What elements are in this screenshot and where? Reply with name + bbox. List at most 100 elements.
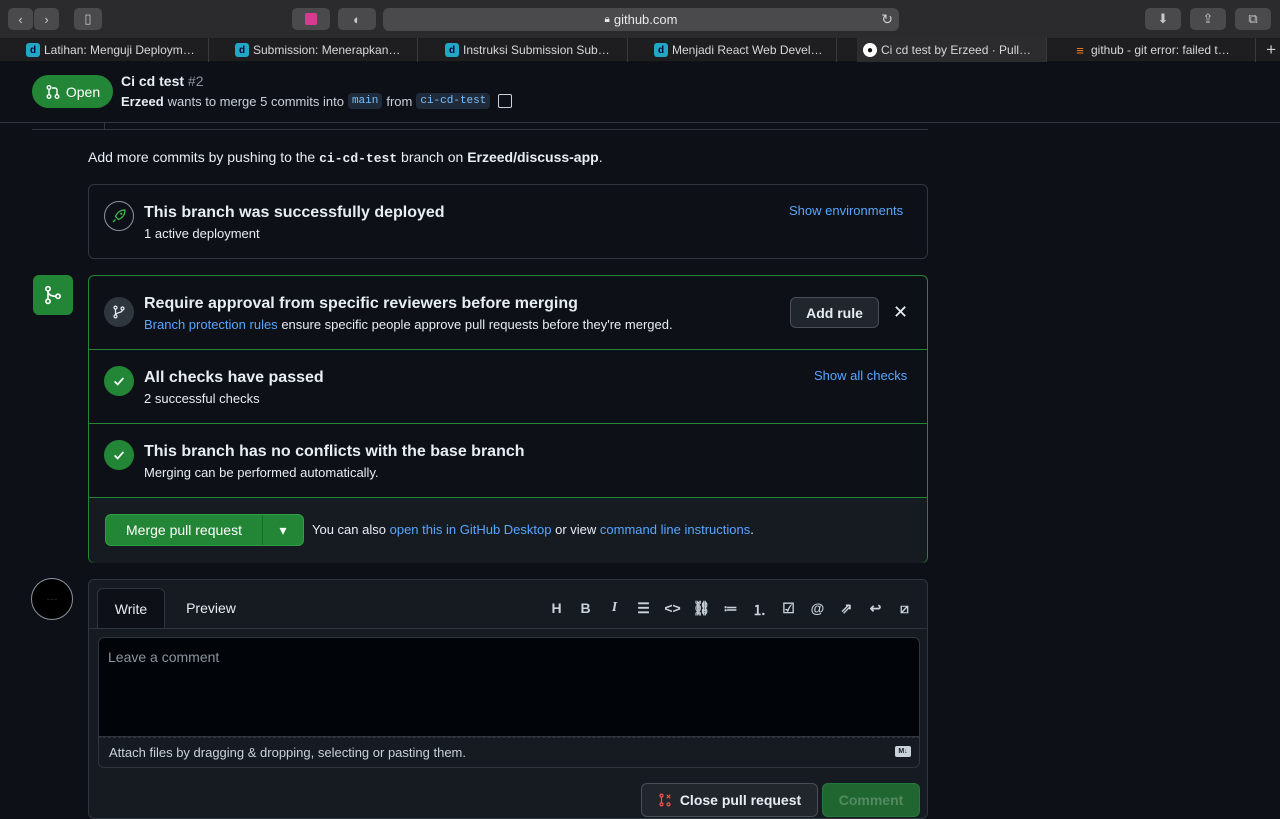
deploy-title: This branch was successfully deployed bbox=[144, 204, 445, 221]
merge-box: Require approval from specific reviewers… bbox=[88, 275, 928, 563]
rocket-icon bbox=[104, 201, 134, 231]
git-merge-icon bbox=[33, 275, 73, 315]
add-rule-button[interactable]: Add rule bbox=[790, 297, 879, 328]
also-prefix: You can also bbox=[312, 522, 386, 537]
merge-alternatives: You can also open this in GitHub Desktop… bbox=[312, 522, 754, 537]
ordered-list-icon[interactable]: ⒈ bbox=[745, 600, 774, 620]
merge-button-group: Merge pull request ▾ bbox=[105, 514, 304, 546]
hint-branch: ci-cd-test bbox=[319, 151, 398, 166]
merge-footer: Merge pull request ▾ You can also open t… bbox=[89, 498, 927, 563]
italic-icon[interactable]: I bbox=[600, 600, 629, 620]
comment-button[interactable]: Comment bbox=[822, 783, 920, 817]
tabs-divider bbox=[89, 628, 927, 629]
push-hint: Add more commits by pushing to the ci-cd… bbox=[88, 149, 603, 166]
tabs-overview-icon[interactable]: ⧉ bbox=[1235, 8, 1271, 30]
pr-number: #2 bbox=[187, 73, 204, 89]
avatar[interactable]: ········ bbox=[31, 578, 73, 620]
unordered-list-icon[interactable]: ≔ bbox=[716, 600, 745, 620]
tab-write[interactable]: Write bbox=[97, 588, 165, 628]
tab-label: Latihan: Menguji Deploym… bbox=[44, 43, 195, 57]
markdown-toolbar: H B I ☰ <> ⛓ ≔ ⒈ ☑ @ ⇗ ↩ ⧄ bbox=[542, 600, 919, 620]
tab-label: github - git error: failed t… bbox=[1091, 43, 1230, 57]
bold-icon[interactable]: B bbox=[571, 600, 600, 620]
tab-label: Submission: Menerapkan… bbox=[253, 43, 401, 57]
tab-label: Menjadi React Web Devel… bbox=[672, 43, 823, 57]
timeline-divider bbox=[32, 129, 928, 130]
protection-desc: ensure specific people approve pull requ… bbox=[281, 317, 673, 332]
share-icon[interactable]: ⇪ bbox=[1190, 8, 1226, 30]
pr-state-label: Open bbox=[65, 83, 101, 100]
deployment-box: This branch was successfully deployed 1 … bbox=[88, 184, 928, 259]
comment-textarea[interactable]: Leave a comment bbox=[98, 637, 920, 737]
deploy-subtitle: 1 active deployment bbox=[144, 226, 260, 241]
copy-icon[interactable] bbox=[498, 94, 513, 108]
github-desktop-link[interactable]: open this in GitHub Desktop bbox=[390, 522, 552, 537]
address-bar[interactable]: 🔒︎ github.com ↻ bbox=[383, 8, 899, 31]
heading-icon[interactable]: H bbox=[542, 600, 571, 620]
stackoverflow-icon: ≡ bbox=[1076, 42, 1084, 58]
dicoding-icon: d bbox=[26, 43, 40, 57]
forward-icon[interactable]: › bbox=[34, 8, 59, 30]
link-icon[interactable]: ⛓ bbox=[687, 600, 716, 620]
browser-tab[interactable]: d Latihan: Menguji Deploym… bbox=[20, 38, 209, 62]
base-branch[interactable]: main bbox=[347, 93, 383, 109]
chevron-down-icon[interactable]: ▾ bbox=[263, 515, 303, 545]
slash-command-icon[interactable]: ⧄ bbox=[890, 600, 919, 620]
tab-preview[interactable]: Preview bbox=[165, 588, 257, 628]
shield-icon[interactable]: ◐ bbox=[338, 8, 376, 30]
reply-icon[interactable]: ↩ bbox=[861, 600, 890, 620]
dicoding-icon: d bbox=[654, 43, 668, 57]
close-pull-request-button[interactable]: Close pull request bbox=[641, 783, 818, 817]
from-text: from bbox=[386, 93, 413, 109]
cross-reference-icon[interactable]: ⇗ bbox=[832, 600, 861, 620]
attach-files-area[interactable]: Attach files by dragging & dropping, sel… bbox=[98, 737, 920, 768]
browser-tab[interactable]: d Menjadi React Web Devel… bbox=[648, 38, 837, 62]
close-icon[interactable]: ✕ bbox=[893, 302, 908, 323]
merge-pull-request-button[interactable]: Merge pull request bbox=[106, 515, 263, 545]
browser-tab[interactable]: d Instruksi Submission Sub… bbox=[439, 38, 628, 62]
hint-repo: Erzeed/discuss-app bbox=[467, 149, 599, 165]
mention-icon[interactable]: @ bbox=[803, 600, 832, 620]
quote-icon[interactable]: ☰ bbox=[629, 600, 658, 620]
merge-text: wants to merge 5 commits into bbox=[167, 93, 344, 109]
pr-author[interactable]: Erzeed bbox=[121, 94, 164, 109]
tab-bar: d Latihan: Menguji Deploym… d Submission: … bbox=[0, 38, 1280, 62]
dicoding-icon: d bbox=[235, 43, 249, 57]
hint-middle: branch on bbox=[401, 149, 464, 165]
close-pr-label: Close pull request bbox=[679, 792, 802, 808]
hint-suffix: . bbox=[598, 149, 603, 165]
show-all-checks-link[interactable]: Show all checks bbox=[814, 368, 907, 383]
pr-meta: Erzeed wants to merge 5 commits into mai… bbox=[121, 93, 513, 109]
lock-icon: 🔒︎ bbox=[604, 14, 610, 25]
timeline-tick bbox=[104, 123, 105, 129]
comment-tabs: Write Preview bbox=[97, 588, 257, 628]
comment-box: Write Preview H B I ☰ <> ⛓ ≔ ⒈ ☑ @ ⇗ ↩ ⧄… bbox=[88, 579, 928, 819]
download-icon[interactable]: ⬇ bbox=[1145, 8, 1181, 30]
branch-icon bbox=[104, 297, 134, 327]
conflicts-title: This branch has no conflicts with the ba… bbox=[144, 443, 525, 460]
pr-state-badge: Open bbox=[32, 75, 113, 108]
task-list-icon[interactable]: ☑ bbox=[774, 600, 803, 620]
browser-tab[interactable]: ≡ github - git error: failed t… bbox=[1067, 38, 1256, 62]
attach-text: Attach files by dragging & dropping, sel… bbox=[109, 745, 466, 760]
extension-icon[interactable] bbox=[292, 8, 330, 30]
back-icon[interactable]: ‹ bbox=[8, 8, 33, 30]
browser-tab-active[interactable]: ● Ci cd test by Erzeed · Pull… bbox=[857, 38, 1047, 62]
checks-title: All checks have passed bbox=[144, 369, 324, 386]
conflicts-subtitle: Merging can be performed automatically. bbox=[144, 465, 379, 480]
command-line-link[interactable]: command line instructions bbox=[600, 522, 750, 537]
branch-protection-link[interactable]: Branch protection rules bbox=[144, 317, 278, 332]
new-tab-icon[interactable]: + bbox=[1266, 40, 1276, 60]
pull-request-icon bbox=[46, 84, 60, 99]
protection-title: Require approval from specific reviewers… bbox=[144, 295, 578, 312]
checks-subtitle: 2 successful checks bbox=[144, 391, 260, 406]
reload-icon[interactable]: ↻ bbox=[881, 11, 893, 28]
browser-tab[interactable]: d Submission: Menerapkan… bbox=[229, 38, 418, 62]
sidebar-icon[interactable]: ▯ bbox=[74, 8, 102, 30]
code-icon[interactable]: <> bbox=[658, 600, 687, 620]
pull-request-closed-icon bbox=[659, 793, 671, 807]
protection-text: Branch protection rules ensure specific … bbox=[144, 317, 673, 332]
show-environments-link[interactable]: Show environments bbox=[789, 203, 903, 218]
head-branch[interactable]: ci-cd-test bbox=[416, 93, 491, 109]
browser-toolbar: ‹ › ▯ ◐ 🔒︎ github.com ↻ ⬇ ⇪ ⧉ bbox=[0, 0, 1280, 38]
